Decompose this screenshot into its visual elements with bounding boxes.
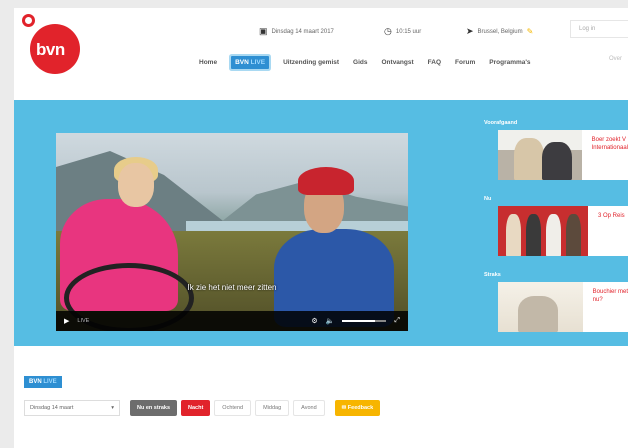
sidebar-heading: Nu — [484, 196, 492, 202]
nav-uitzending-gemist[interactable]: Uitzending gemist — [283, 59, 339, 66]
current-date: ▣ Dinsdag 14 maart 2017 — [259, 26, 334, 37]
now-and-later-button[interactable]: Nu en straks — [130, 400, 178, 416]
thumb-person — [518, 296, 558, 332]
thumb-person — [566, 214, 581, 256]
bvn-logo[interactable]: bvn — [22, 14, 84, 76]
thumb-person — [526, 214, 541, 256]
program-thumbnail — [498, 206, 588, 256]
day-select-value: Dinsdag 14 maart — [30, 405, 74, 411]
volume-icon[interactable]: 🔈 — [326, 317, 335, 325]
program-thumbnail — [498, 130, 582, 180]
volume-slider[interactable] — [342, 320, 387, 322]
nav-ontvangst[interactable]: Ontvangst — [382, 59, 414, 66]
current-time: ◷ 10:15 uur — [384, 26, 421, 37]
thumb-person — [546, 214, 561, 256]
sidebar-heading: Voorafgaand — [484, 120, 518, 126]
night-button[interactable]: Nacht — [181, 400, 211, 416]
player-controls: ▶ LIVE ⚙ 🔈 ⤢ — [56, 311, 408, 331]
nav-programmas[interactable]: Programma's — [489, 59, 530, 66]
sidebar-section-previous: Voorafgaand Boer zoekt V Internationaal — [484, 120, 628, 196]
program-title-line: 3 Op Reis — [598, 213, 625, 219]
thumb-person — [506, 214, 521, 256]
current-location-text: Brussel, Belgium — [477, 28, 523, 35]
sidebar-item[interactable]: Boer zoekt V Internationaal — [498, 130, 628, 180]
logo-text: bvn — [36, 40, 65, 59]
fullscreen-icon[interactable]: ⤢ — [394, 317, 400, 325]
nav-bvn-live[interactable]: BVN LIVE — [231, 56, 270, 69]
logo-dot — [22, 14, 35, 27]
play-icon[interactable]: ▶ — [64, 317, 69, 325]
settings-icon[interactable]: ⚙ — [311, 317, 317, 325]
program-title: Boer zoekt V Internationaal — [582, 130, 628, 180]
program-title-line: Internationaal — [591, 145, 628, 151]
page: bvn ▣ Dinsdag 14 maart 2017 ◷ 10:15 uur … — [14, 8, 628, 448]
current-location[interactable]: ➤ Brussel, Belgium ✎ — [466, 26, 533, 37]
clock-icon: ◷ — [384, 26, 392, 36]
feedback-button[interactable]: ✉ Feedback — [334, 400, 381, 416]
sidebar-section-next: Straks Bouchier met nu? — [484, 272, 628, 348]
location-arrow-icon: ➤ — [466, 26, 474, 36]
sidebar-item[interactable]: 3 Op Reis — [498, 206, 628, 256]
current-time-text: 10:15 uur — [395, 28, 422, 35]
day-select[interactable]: Dinsdag 14 maart ▾ — [24, 400, 120, 416]
afternoon-button[interactable]: Middag — [255, 400, 290, 416]
evening-button[interactable]: Avond — [293, 400, 325, 416]
program-title: 3 Op Reis — [588, 206, 625, 256]
program-title-line: Bouchier met — [592, 289, 628, 295]
main-nav: Home BVN LIVE Uitzending gemist Gids Ont… — [199, 56, 531, 69]
login-button[interactable]: Log in — [570, 20, 628, 38]
video-player[interactable]: Ik zie het niet meer zitten ▶ LIVE ⚙ 🔈 ⤢ — [56, 133, 408, 331]
player-time: LIVE — [77, 318, 90, 324]
calendar-icon: ▣ — [259, 26, 268, 36]
woman-head — [118, 163, 154, 207]
badge-live-suffix: LIVE — [43, 379, 57, 385]
sidebar-item[interactable]: Bouchier met nu? — [498, 282, 628, 332]
nav-faq[interactable]: FAQ — [428, 59, 441, 66]
video-subtitle: Ik zie het niet meer zitten — [187, 283, 277, 292]
program-title-line: nu? — [592, 297, 603, 303]
nav-more[interactable]: Over — [609, 56, 622, 62]
morning-button[interactable]: Ochtend — [214, 400, 252, 416]
thumb-person — [514, 138, 544, 180]
pencil-icon[interactable]: ✎ — [527, 27, 534, 36]
schedule-sidebar: Voorafgaand Boer zoekt V Internationaal N… — [484, 120, 628, 348]
sidebar-heading: Straks — [484, 272, 501, 278]
badge-live-prefix: BVN — [29, 379, 42, 385]
nav-home[interactable]: Home — [199, 59, 217, 66]
program-thumbnail — [498, 282, 583, 332]
thumb-person — [542, 142, 572, 180]
nav-live-prefix: BVN — [235, 59, 249, 66]
chevron-down-icon: ▾ — [111, 405, 114, 411]
program-title-line: Boer zoekt V — [591, 137, 626, 143]
sidebar-section-now: Nu 3 Op Reis — [484, 196, 628, 272]
nav-forum[interactable]: Forum — [455, 59, 475, 66]
schedule-controls: Dinsdag 14 maart ▾ Nu en straks Nacht Oc… — [24, 400, 381, 416]
feedback-label: Feedback — [347, 405, 374, 411]
nav-live-suffix: LIVE — [250, 59, 266, 66]
volume-level — [342, 320, 376, 322]
current-date-text: Dinsdag 14 maart 2017 — [271, 28, 334, 35]
bvn-live-badge: BVN LIVE — [24, 376, 62, 388]
nav-gids[interactable]: Gids — [353, 59, 367, 66]
bike-helmet — [298, 167, 354, 195]
program-title: Bouchier met nu? — [583, 282, 628, 332]
